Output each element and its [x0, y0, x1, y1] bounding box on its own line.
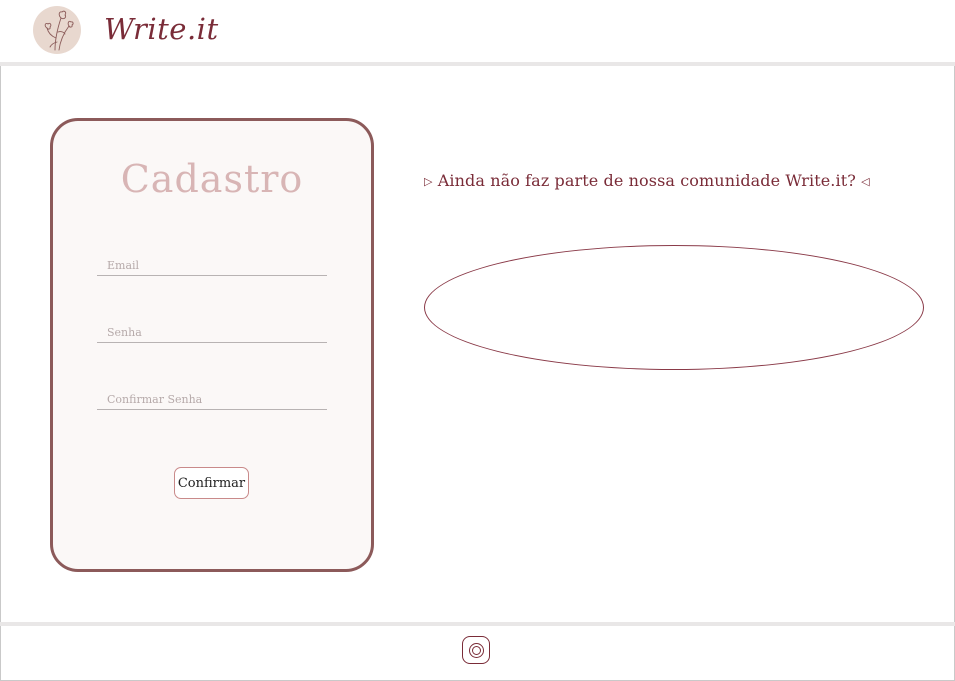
header-divider — [0, 62, 955, 66]
right-triangle-icon: ▷ — [424, 175, 433, 188]
signup-card: Cadastro Confirmar — [50, 118, 374, 572]
confirm-password-input[interactable] — [97, 389, 327, 409]
left-triangle-icon: ◁ — [861, 175, 870, 188]
footer-divider — [0, 622, 955, 626]
email-field — [97, 255, 327, 276]
signup-title: Cadastro — [120, 157, 304, 201]
community-prompt: ▷ Ainda não faz parte de nossa comunidad… — [424, 171, 870, 190]
confirm-button[interactable]: Confirmar — [174, 467, 249, 499]
confirm-password-field — [97, 389, 327, 410]
oval-placeholder — [424, 245, 924, 370]
brand-name[interactable]: Write.it — [104, 12, 219, 46]
flower-logo-icon[interactable] — [33, 6, 81, 54]
instagram-lens — [469, 643, 484, 658]
password-input[interactable] — [97, 322, 327, 342]
instagram-icon[interactable] — [462, 636, 490, 664]
password-field — [97, 322, 327, 343]
community-prompt-text: Ainda não faz parte de nossa comunidade … — [437, 171, 856, 190]
email-input[interactable] — [97, 255, 327, 275]
header: Write.it — [0, 0, 955, 62]
